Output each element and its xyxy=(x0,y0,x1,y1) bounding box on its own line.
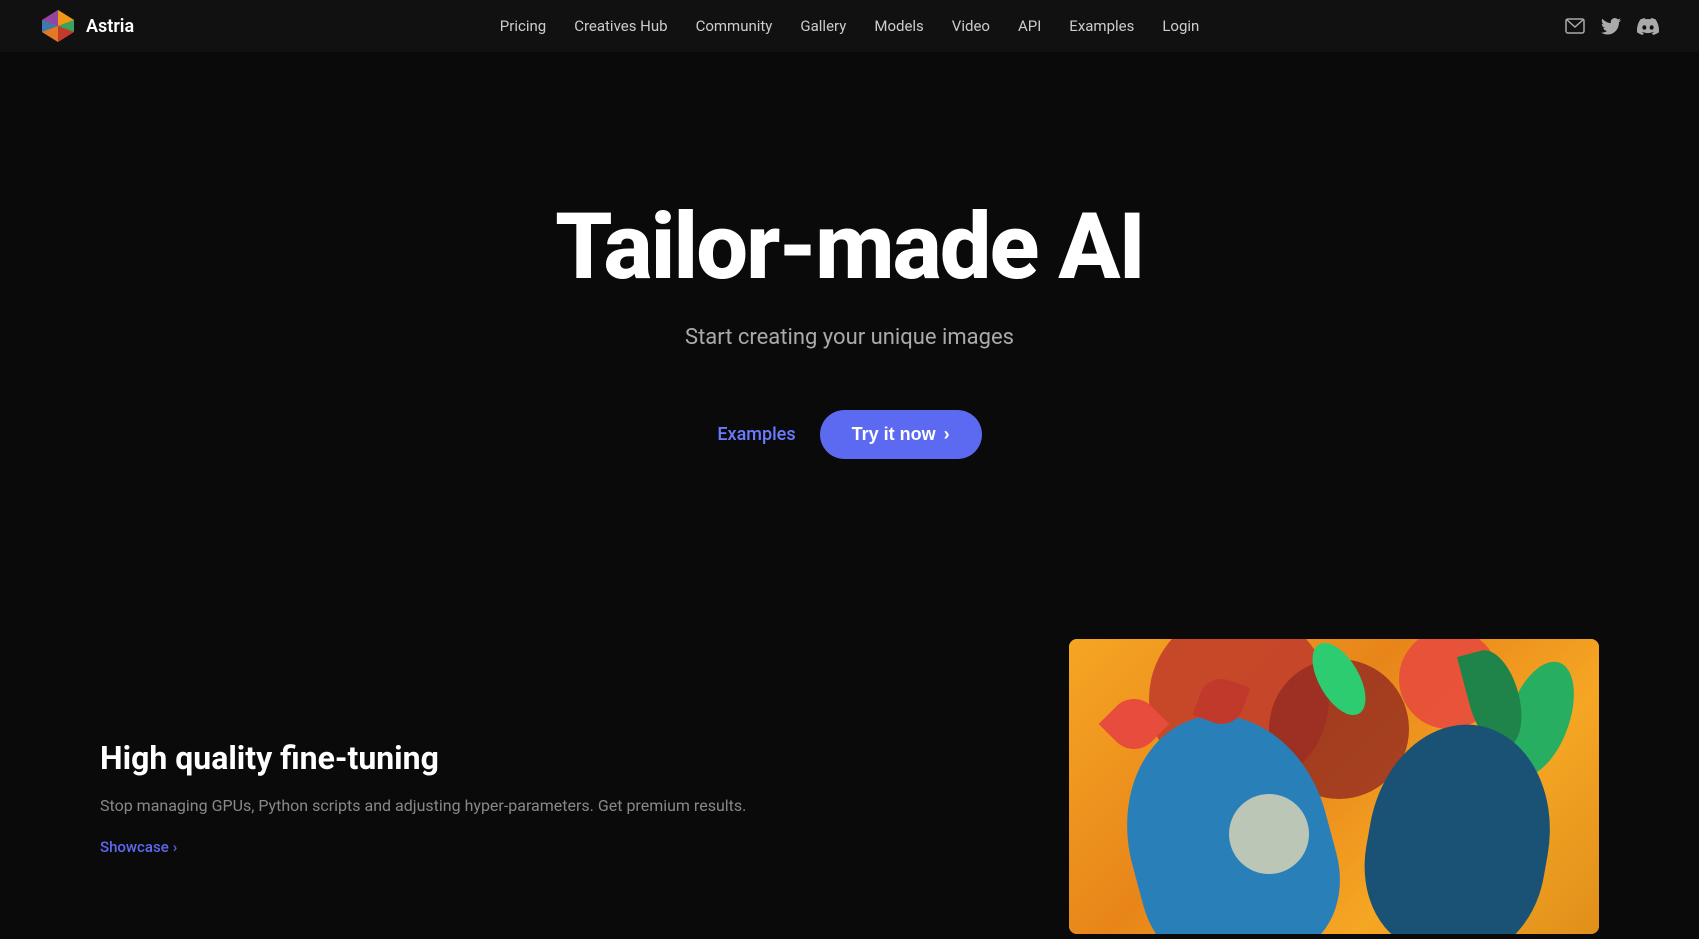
hero-title: Tailor-made AI xyxy=(555,200,1144,297)
artwork-area xyxy=(960,639,1599,939)
showcase-link[interactable]: Showcase › xyxy=(100,838,900,856)
examples-link[interactable]: Examples xyxy=(717,424,795,445)
twitter-icon[interactable] xyxy=(1601,18,1621,35)
fine-tuning-text: High quality fine-tuning Stop managing G… xyxy=(100,639,900,857)
artwork-image xyxy=(1069,639,1599,934)
discord-icon[interactable] xyxy=(1637,18,1659,35)
brand-name: Astria xyxy=(86,16,134,37)
try-it-now-label: Try it now xyxy=(852,424,936,445)
nav-gallery[interactable]: Gallery xyxy=(800,17,846,35)
fine-tuning-description: Stop managing GPUs, Python scripts and a… xyxy=(100,793,900,819)
art-element-accent1 xyxy=(1229,794,1309,874)
nav-api[interactable]: API xyxy=(1018,17,1041,35)
artwork-background xyxy=(1069,639,1599,934)
nav-examples[interactable]: Examples xyxy=(1069,17,1134,35)
navbar: Astria Pricing Creatives Hub Community G… xyxy=(0,0,1699,52)
nav-pricing[interactable]: Pricing xyxy=(500,17,546,35)
brand-icon xyxy=(40,8,76,44)
nav-community[interactable]: Community xyxy=(696,17,773,35)
showcase-arrow: › xyxy=(173,838,178,856)
fine-tuning-section: High quality fine-tuning Stop managing G… xyxy=(0,599,1699,939)
fine-tuning-title: High quality fine-tuning xyxy=(100,739,900,777)
nav-models[interactable]: Models xyxy=(874,17,923,35)
try-it-now-arrow: › xyxy=(944,424,950,445)
nav-creatives-hub[interactable]: Creatives Hub xyxy=(574,17,667,35)
hero-section: Tailor-made AI Start creating your uniqu… xyxy=(0,0,1699,539)
email-icon[interactable] xyxy=(1565,18,1585,34)
nav-video[interactable]: Video xyxy=(952,17,990,35)
nav-login[interactable]: Login xyxy=(1162,17,1199,35)
nav-links: Pricing Creatives Hub Community Gallery … xyxy=(500,17,1200,35)
brand-logo[interactable]: Astria xyxy=(40,8,134,44)
try-it-now-button[interactable]: Try it now › xyxy=(820,410,982,459)
showcase-label: Showcase xyxy=(100,838,169,856)
nav-social-icons xyxy=(1565,18,1659,35)
hero-subtitle: Start creating your unique images xyxy=(685,325,1014,350)
hero-buttons: Examples Try it now › xyxy=(717,410,981,459)
